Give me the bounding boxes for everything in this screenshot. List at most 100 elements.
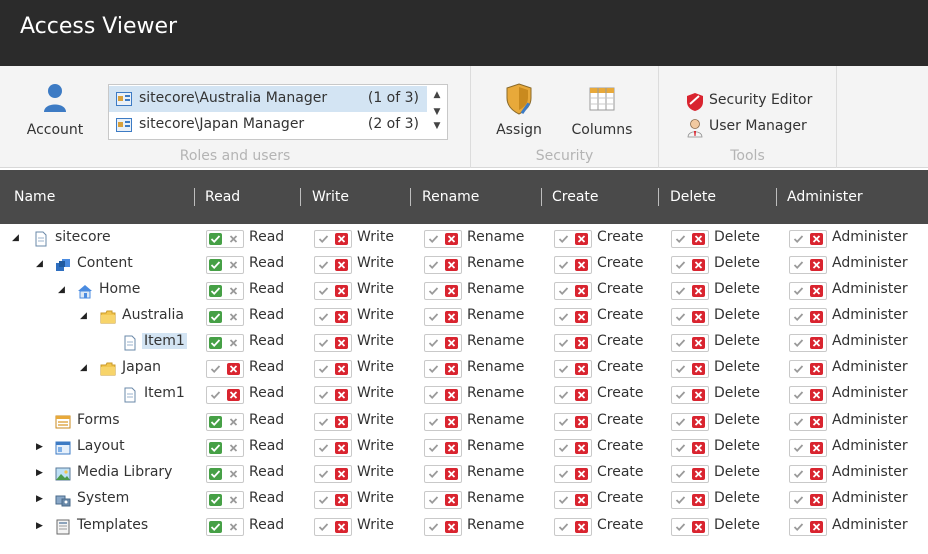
scroll-down-small-icon[interactable]: ▼: [427, 105, 447, 119]
column-header-delete[interactable]: Delete: [670, 170, 716, 224]
deny-cross-icon[interactable]: [575, 521, 588, 533]
deny-cross-icon[interactable]: [227, 494, 240, 506]
allow-check-icon[interactable]: [674, 259, 687, 271]
deny-cross-icon[interactable]: [692, 363, 705, 375]
deny-cross-icon[interactable]: [810, 285, 823, 297]
collapse-arrow-icon[interactable]: ◢: [58, 285, 65, 295]
tree-node-label[interactable]: Home: [97, 281, 142, 297]
deny-cross-icon[interactable]: [445, 363, 458, 375]
permission-toggle[interactable]: [314, 256, 352, 274]
deny-cross-icon[interactable]: [445, 259, 458, 271]
deny-cross-icon[interactable]: [227, 311, 240, 323]
deny-cross-icon[interactable]: [227, 233, 240, 245]
permission-toggle[interactable]: [206, 308, 244, 326]
allow-check-icon[interactable]: [557, 416, 570, 428]
column-separator[interactable]: [658, 188, 659, 206]
deny-cross-icon[interactable]: [335, 337, 348, 349]
tree-node-label[interactable]: Item1: [142, 333, 187, 349]
permission-toggle[interactable]: [554, 230, 592, 248]
allow-check-icon[interactable]: [427, 521, 440, 533]
tree-node-label[interactable]: Forms: [75, 412, 122, 428]
permission-toggle[interactable]: [554, 413, 592, 431]
permission-toggle[interactable]: [554, 491, 592, 509]
column-separator[interactable]: [410, 188, 411, 206]
allow-check-icon[interactable]: [427, 389, 440, 401]
table-row[interactable]: Forms Read Write Rename Create Delete Administ…: [0, 409, 928, 435]
deny-cross-icon[interactable]: [445, 337, 458, 349]
permission-toggle[interactable]: [206, 230, 244, 248]
expand-arrow-icon[interactable]: ▶: [36, 468, 43, 478]
deny-cross-icon[interactable]: [810, 416, 823, 428]
allow-check-icon[interactable]: [427, 233, 440, 245]
allow-check-icon[interactable]: [557, 389, 570, 401]
permission-toggle[interactable]: [671, 439, 709, 457]
allow-check-icon[interactable]: [792, 337, 805, 349]
deny-cross-icon[interactable]: [335, 259, 348, 271]
deny-cross-icon[interactable]: [575, 337, 588, 349]
permission-toggle[interactable]: [789, 282, 827, 300]
permission-toggle[interactable]: [554, 334, 592, 352]
table-row[interactable]: ▶ Layout Read Write Rename Create Delete Admini…: [0, 435, 928, 461]
permission-toggle[interactable]: [671, 334, 709, 352]
permission-toggle[interactable]: [671, 308, 709, 326]
allow-check-icon[interactable]: [317, 521, 330, 533]
allow-check-icon[interactable]: [317, 494, 330, 506]
deny-cross-icon[interactable]: [335, 285, 348, 297]
deny-cross-icon[interactable]: [575, 363, 588, 375]
deny-cross-icon[interactable]: [445, 442, 458, 454]
allow-check-icon[interactable]: [209, 285, 222, 297]
deny-cross-icon[interactable]: [227, 337, 240, 349]
allow-check-icon[interactable]: [317, 468, 330, 480]
permission-toggle[interactable]: [424, 465, 462, 483]
permission-toggle[interactable]: [554, 518, 592, 536]
allow-check-icon[interactable]: [427, 285, 440, 297]
permission-toggle[interactable]: [424, 518, 462, 536]
allow-check-icon[interactable]: [674, 285, 687, 297]
allow-check-icon[interactable]: [427, 442, 440, 454]
column-header-read[interactable]: Read: [205, 170, 240, 224]
deny-cross-icon[interactable]: [335, 311, 348, 323]
permission-toggle[interactable]: [789, 439, 827, 457]
table-row[interactable]: ◢ Japan Read Write Rename Create Delete Adminis…: [0, 356, 928, 382]
deny-cross-icon[interactable]: [692, 521, 705, 533]
columns-button[interactable]: Columns: [567, 82, 637, 138]
allow-check-icon[interactable]: [674, 442, 687, 454]
allow-check-icon[interactable]: [317, 389, 330, 401]
allow-check-icon[interactable]: [427, 416, 440, 428]
assign-button[interactable]: Assign: [491, 82, 547, 138]
permission-toggle[interactable]: [206, 439, 244, 457]
security-editor-button[interactable]: Security Editor: [686, 92, 816, 112]
deny-cross-icon[interactable]: [445, 233, 458, 245]
tree-node-label[interactable]: sitecore: [53, 229, 113, 245]
tree-node-label[interactable]: Templates: [75, 517, 150, 533]
permission-toggle[interactable]: [206, 386, 244, 404]
allow-check-icon[interactable]: [209, 494, 222, 506]
allow-check-icon[interactable]: [557, 494, 570, 506]
deny-cross-icon[interactable]: [445, 416, 458, 428]
allow-check-icon[interactable]: [674, 416, 687, 428]
deny-cross-icon[interactable]: [692, 337, 705, 349]
allow-check-icon[interactable]: [674, 233, 687, 245]
permission-toggle[interactable]: [206, 518, 244, 536]
deny-cross-icon[interactable]: [335, 363, 348, 375]
deny-cross-icon[interactable]: [575, 389, 588, 401]
allow-check-icon[interactable]: [792, 521, 805, 533]
permission-toggle[interactable]: [314, 386, 352, 404]
allow-check-icon[interactable]: [792, 285, 805, 297]
deny-cross-icon[interactable]: [575, 311, 588, 323]
allow-check-icon[interactable]: [792, 442, 805, 454]
deny-cross-icon[interactable]: [810, 494, 823, 506]
table-row[interactable]: ▶ Templates Read Write Rename Create Delete Adm…: [0, 514, 928, 540]
table-row[interactable]: ▶ Media Library Read Write Rename Create Delet…: [0, 461, 928, 487]
allow-check-icon[interactable]: [792, 389, 805, 401]
tree-node-label[interactable]: Content: [75, 255, 135, 271]
deny-cross-icon[interactable]: [692, 311, 705, 323]
permission-toggle[interactable]: [671, 282, 709, 300]
deny-cross-icon[interactable]: [575, 233, 588, 245]
allow-check-icon[interactable]: [427, 468, 440, 480]
roles-scrollbar[interactable]: ▲ ▼ ▼: [427, 85, 447, 139]
permission-toggle[interactable]: [424, 230, 462, 248]
deny-cross-icon[interactable]: [575, 259, 588, 271]
deny-cross-icon[interactable]: [810, 311, 823, 323]
deny-cross-icon[interactable]: [575, 416, 588, 428]
